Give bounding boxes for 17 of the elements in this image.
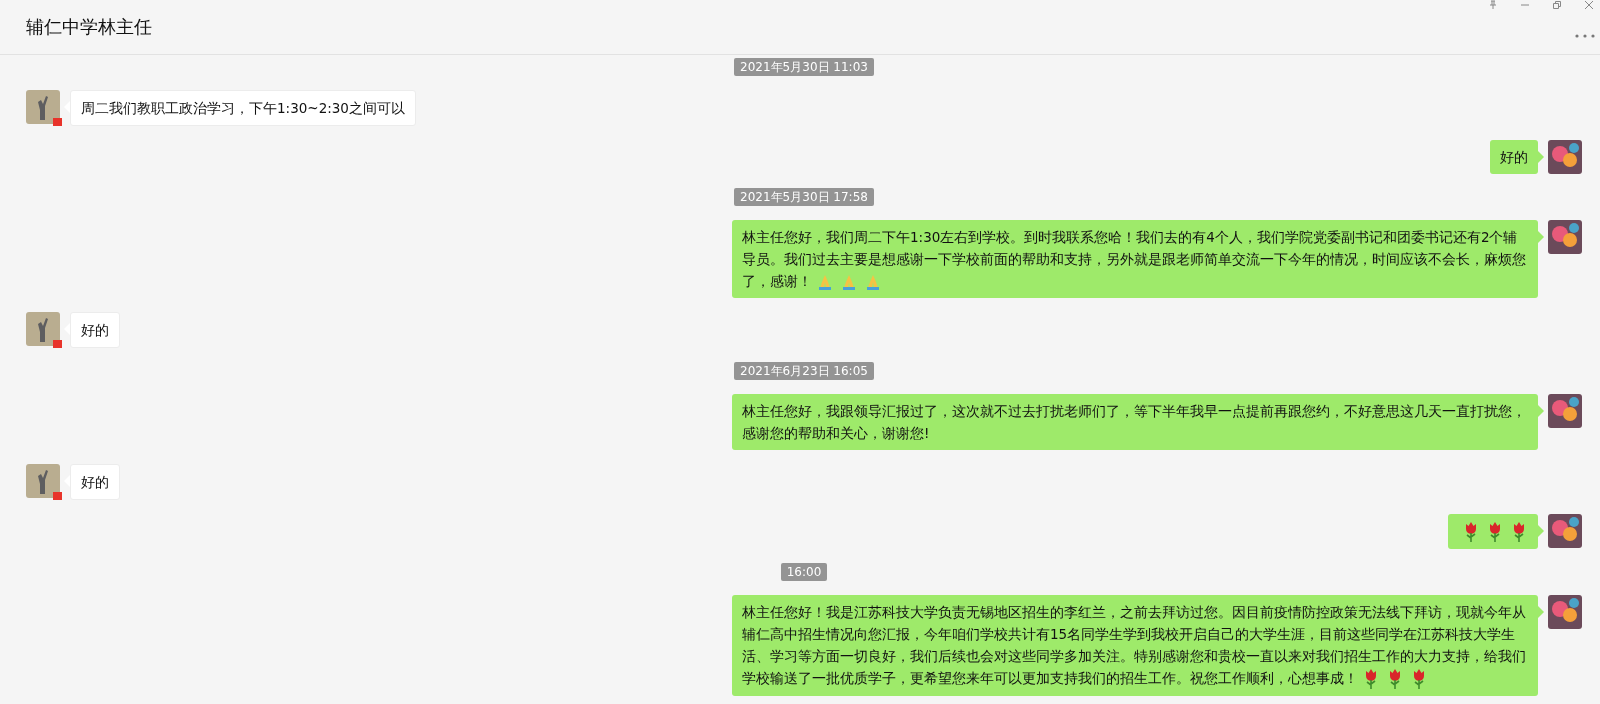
contact-avatar[interactable] bbox=[26, 90, 60, 124]
timestamp: 2021年5月30日 11:03 bbox=[734, 58, 874, 76]
contact-avatar[interactable] bbox=[26, 312, 60, 346]
own-avatar[interactable] bbox=[1548, 394, 1582, 428]
restore-icon[interactable] bbox=[1552, 0, 1562, 10]
contact-avatar[interactable] bbox=[26, 464, 60, 498]
timestamp: 16:00 bbox=[780, 563, 828, 581]
own-avatar[interactable] bbox=[1548, 220, 1582, 254]
own-avatar[interactable] bbox=[1548, 140, 1582, 174]
own-avatar[interactable] bbox=[1548, 595, 1582, 629]
close-icon[interactable] bbox=[1584, 0, 1594, 10]
timestamp: 2021年5月30日 17:58 bbox=[734, 188, 874, 206]
more-icon[interactable] bbox=[1574, 33, 1596, 39]
pin-icon[interactable] bbox=[1488, 0, 1498, 10]
own-avatar[interactable] bbox=[1548, 514, 1582, 548]
chat-title: 辅仁中学林主任 bbox=[26, 15, 152, 39]
timestamp: 2021年6月23日 16:05 bbox=[734, 362, 874, 380]
